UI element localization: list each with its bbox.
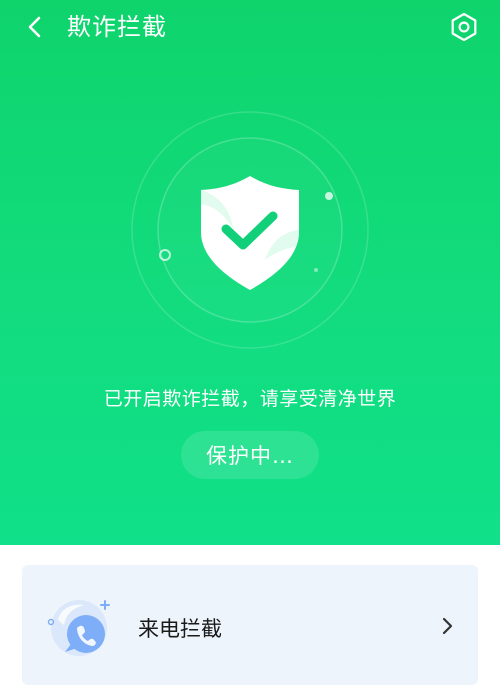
chevron-right-icon [438,615,456,637]
orbit-dot-small [314,268,318,272]
protection-status-label: 保护中… [206,444,294,468]
top-bar: 欺诈拦截 [0,0,500,56]
incoming-call-interception-item[interactable]: 来电拦截 [22,565,478,685]
orbit-dot [325,192,333,200]
incoming-call-bubble-icon [46,595,116,665]
settings-hexagon-icon [451,12,477,42]
page-title: 欺诈拦截 [67,13,167,41]
settings-button[interactable] [446,9,482,45]
back-button[interactable] [18,10,52,44]
fraud-interception-screen: 欺诈拦截 已开启欺诈拦截，请享受清净世界 保护中… 来电拦截 [0,0,500,685]
protection-status-badge: 保护中… [181,431,319,479]
protection-slogan: 已开启欺诈拦截，请享受清净世界 [103,388,397,410]
shield-illustration [130,110,370,350]
chevron-left-icon [28,16,41,38]
protection-hero: 欺诈拦截 已开启欺诈拦截，请享受清净世界 保护中… [0,0,500,545]
incoming-call-interception-label: 来电拦截 [138,617,222,641]
